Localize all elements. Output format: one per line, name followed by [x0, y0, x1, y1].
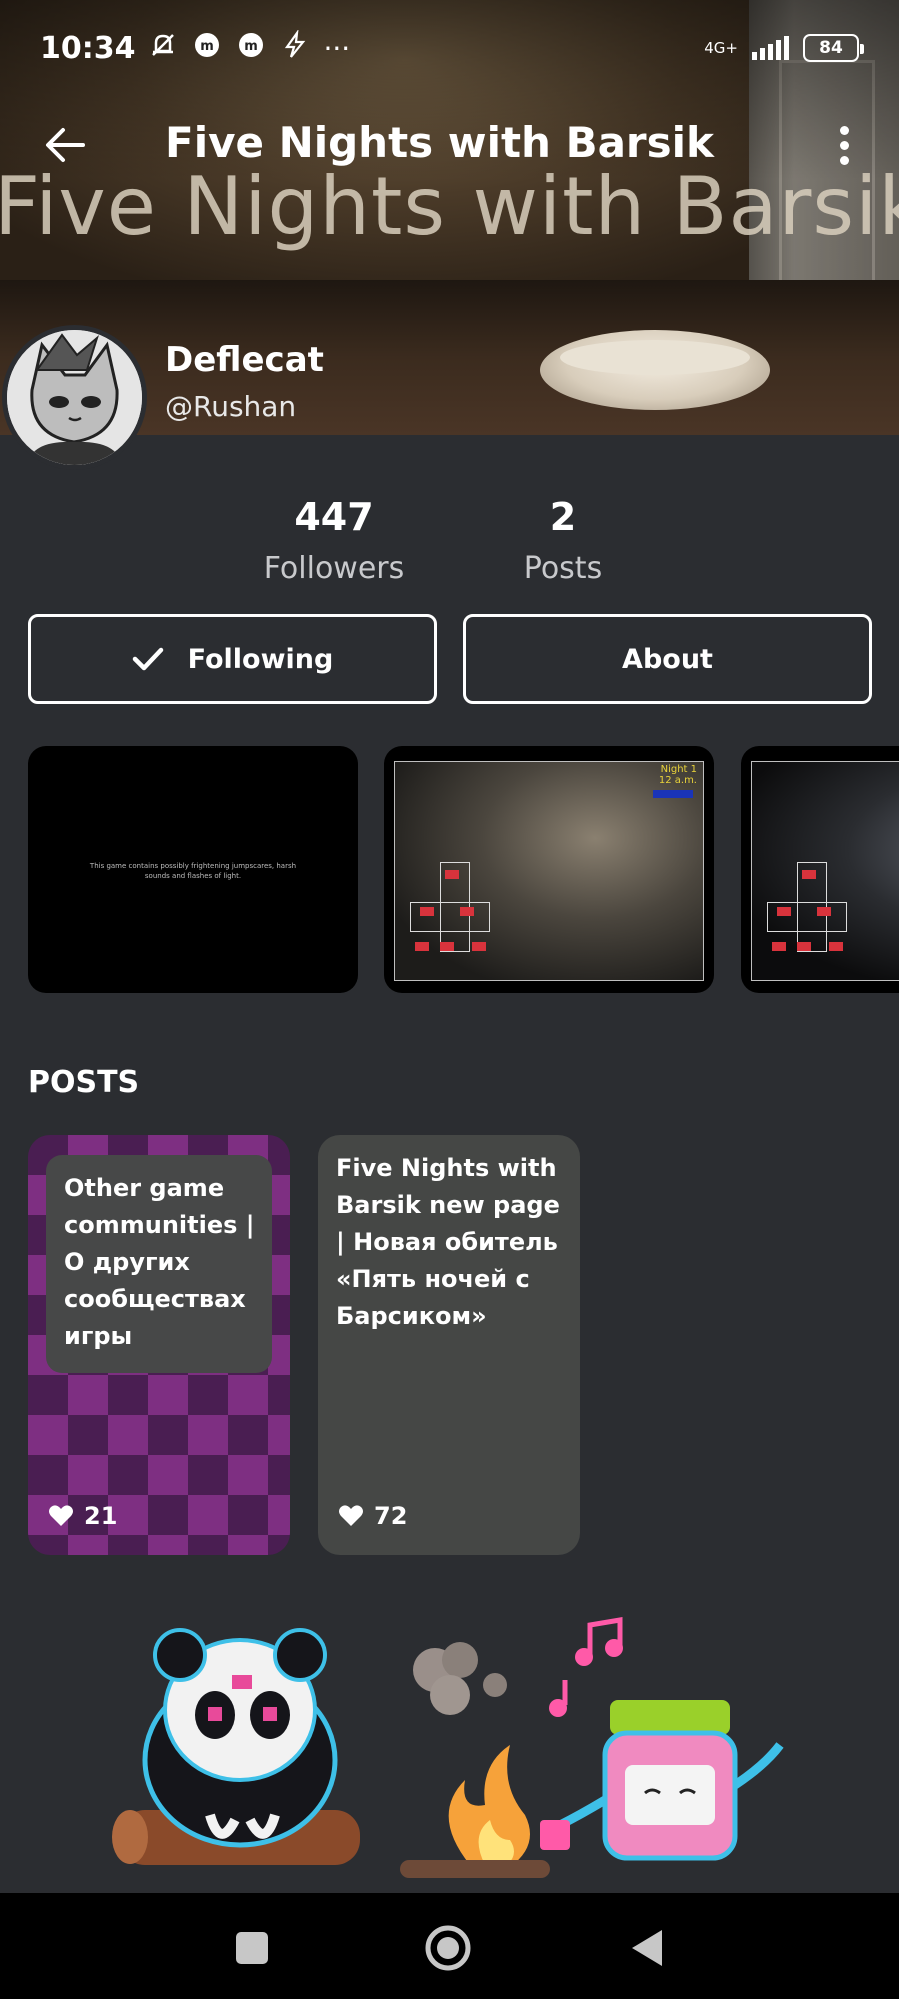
home-circle-icon — [425, 1925, 471, 1971]
top-nav: Five Nights with Barsik — [0, 100, 899, 190]
back-nav-button[interactable] — [622, 1923, 672, 1973]
post-likes[interactable]: 72 — [338, 1502, 407, 1530]
check-icon — [132, 646, 164, 672]
building-map — [767, 862, 857, 962]
banner-bowl — [540, 330, 770, 410]
following-button[interactable]: Following — [28, 614, 437, 704]
post-title: Five Nights with Barsik new page | Новая… — [336, 1154, 560, 1330]
heart-icon — [49, 1505, 73, 1526]
posts-count: 2 — [549, 495, 577, 539]
posts-stat[interactable]: 2 Posts — [488, 495, 638, 586]
camera-view-image — [751, 761, 899, 981]
followers-count: 447 — [294, 495, 374, 539]
status-bar: 10:34 m m ··· 4G+ 84 — [0, 0, 899, 96]
post-card[interactable]: Other game communities | О других сообще… — [28, 1135, 290, 1555]
like-count: 21 — [84, 1502, 118, 1530]
network-type: 4G+ — [704, 39, 738, 57]
about-label: About — [622, 643, 713, 675]
system-nav-bar — [0, 1893, 899, 1999]
avatar[interactable] — [2, 325, 147, 470]
following-label: Following — [187, 643, 334, 675]
followers-label: Followers — [263, 551, 405, 586]
followers-stat[interactable]: 447 Followers — [254, 495, 414, 586]
mute-icon — [148, 30, 178, 67]
recents-button[interactable] — [227, 1923, 277, 1973]
screenshot-gallery: This game contains possibly frightening … — [0, 746, 899, 994]
gallery-image[interactable] — [741, 746, 899, 993]
svg-text:m: m — [244, 39, 258, 54]
time-label: 12 a.m. — [658, 775, 697, 786]
signal-icon — [752, 36, 789, 60]
square-icon — [236, 1932, 268, 1964]
app-notification-icon: m — [192, 30, 222, 67]
building-map — [410, 862, 500, 962]
battery-icon: 84 — [803, 34, 864, 62]
status-time: 10:34 — [40, 30, 136, 66]
more-notifications-indicator: ··· — [323, 31, 351, 65]
about-button[interactable]: About — [463, 614, 872, 704]
arrow-left-icon — [46, 128, 85, 162]
warning-text: This game contains possibly frightening … — [89, 862, 297, 880]
post-title: Other game communities | О других сообще… — [64, 1174, 255, 1350]
page-title: Five Nights with Barsik — [165, 118, 714, 167]
like-count: 72 — [374, 1502, 408, 1530]
home-button[interactable] — [423, 1923, 473, 1973]
user-name[interactable]: Deflecat — [165, 340, 324, 380]
campfire-illustration — [112, 1617, 784, 1878]
night-label: Night 1 — [660, 764, 697, 775]
app-notification-icon: m — [236, 30, 266, 67]
gallery-image[interactable]: This game contains possibly frightening … — [28, 746, 358, 993]
gallery-image[interactable]: Night 1 12 a.m. — [384, 746, 714, 993]
post-card[interactable]: Five Nights with Barsik new page | Новая… — [318, 1135, 580, 1555]
back-button[interactable] — [40, 120, 90, 170]
posts-section-title: POSTS — [28, 1065, 140, 1100]
svg-text:m: m — [200, 39, 214, 54]
posts-label: Posts — [523, 551, 603, 586]
cat-avatar-image — [7, 330, 142, 465]
camera-view-image: Night 1 12 a.m. — [394, 761, 704, 981]
heart-icon — [339, 1505, 363, 1526]
user-handle: @Rushan — [165, 390, 297, 423]
post-likes[interactable]: 21 — [48, 1502, 117, 1530]
triangle-back-icon — [632, 1930, 662, 1966]
more-options-button[interactable] — [819, 120, 869, 170]
bolt-icon — [280, 28, 310, 67]
